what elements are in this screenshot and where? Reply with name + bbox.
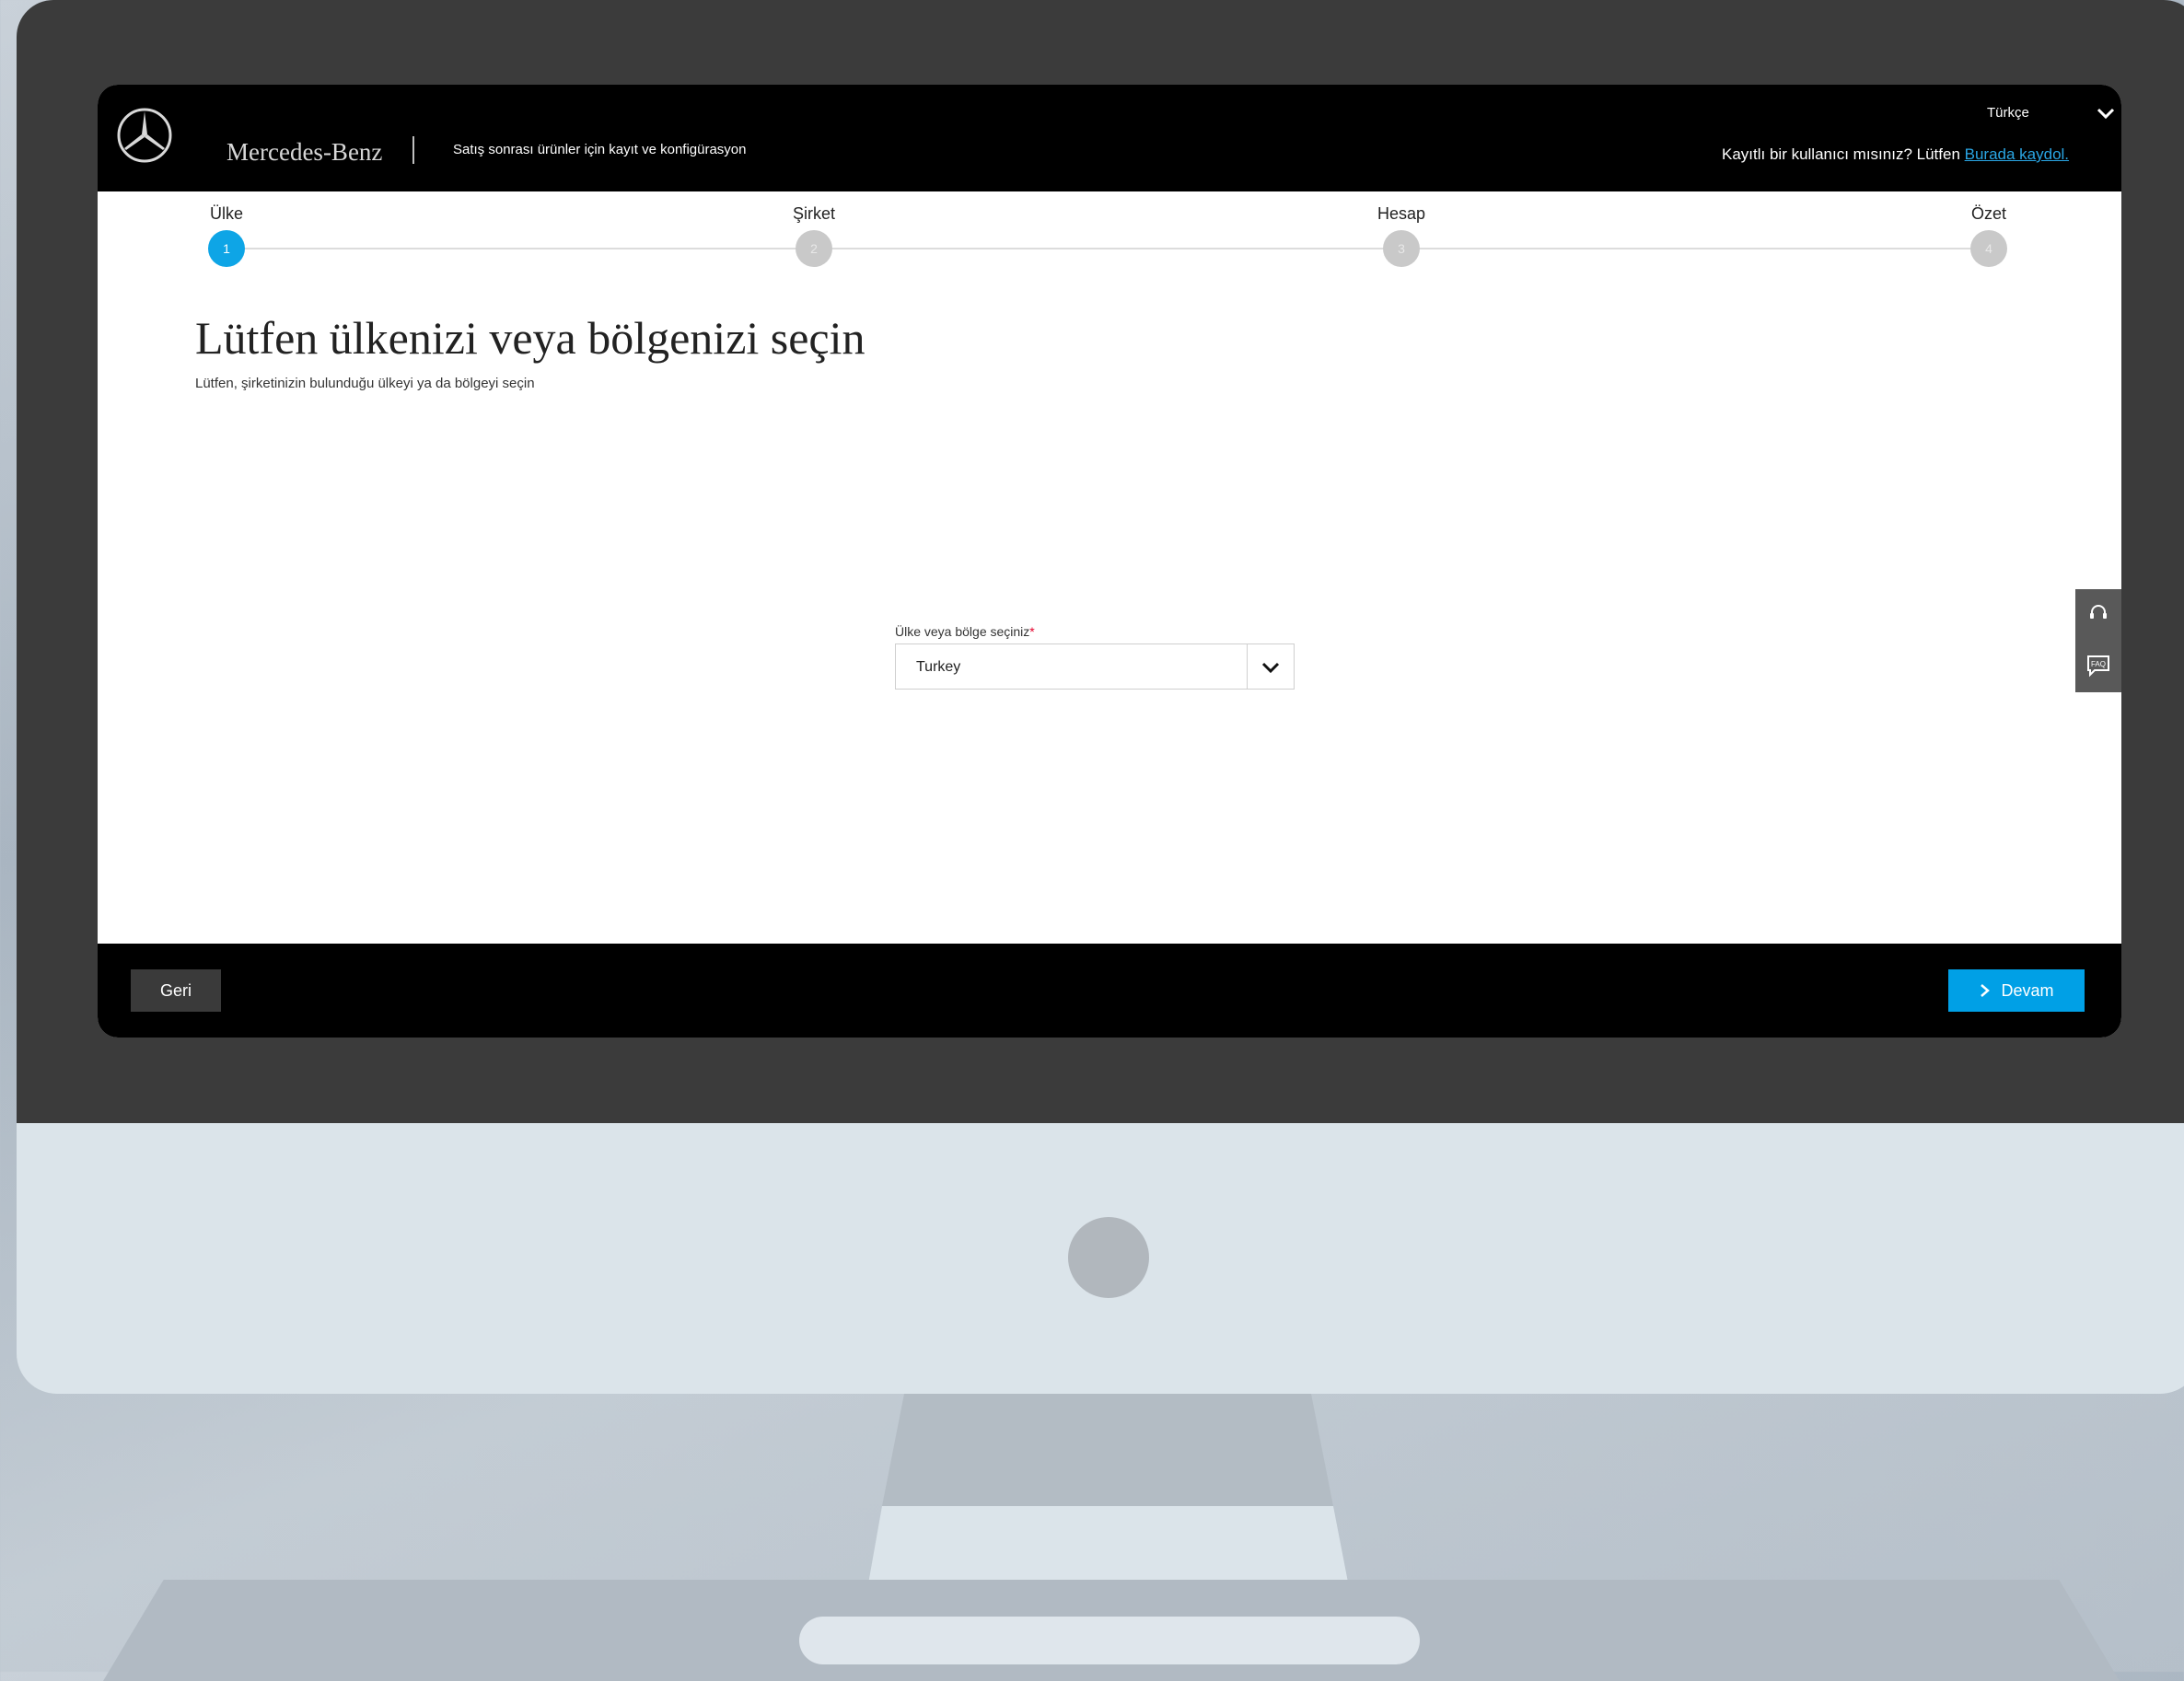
faq-icon[interactable]: FAQ: [2085, 654, 2111, 678]
next-button-label: Devam: [2001, 980, 2054, 1000]
step-dot-3: 3: [1383, 230, 1420, 267]
register-link[interactable]: Burada kaydol.: [1965, 145, 2069, 163]
page-title: Lütfen ülkenizi veya bölgenizi seçin: [195, 312, 865, 364]
step-dot-2: 2: [796, 230, 832, 267]
back-button[interactable]: Geri: [131, 969, 221, 1012]
footer-bar: Geri Devam: [98, 944, 2121, 1038]
faq-icon-text: FAQ: [2091, 660, 2106, 668]
login-prompt: Kayıtlı bir kullanıcı mısınız? Lütfen Bu…: [1722, 145, 2069, 164]
select-divider: [1247, 644, 1248, 689]
required-mark: *: [1029, 624, 1035, 639]
app-screen: Mercedes-Benz Satış sonrası ürünler için…: [98, 85, 2121, 1038]
help-side-tab: FAQ: [2075, 589, 2121, 692]
monitor-stand-foot: [799, 1617, 1420, 1664]
mercedes-star-logo-icon[interactable]: [116, 107, 173, 164]
chevron-right-icon: [1981, 984, 1991, 997]
page-subtitle: Lütfen, şirketinizin bulunduğu ülkeyi ya…: [195, 376, 535, 391]
step-label-summary: Özet: [1970, 204, 2007, 223]
header-subtitle: Satış sonrası ürünler için kayıt ve konf…: [453, 142, 747, 157]
country-field-label-text: Ülke veya bölge seçiniz: [895, 624, 1030, 639]
next-button[interactable]: Devam: [1948, 969, 2085, 1012]
country-select-value[interactable]: Turkey: [916, 659, 960, 676]
step-dot-1: 1: [208, 230, 245, 267]
country-select[interactable]: Turkey: [895, 643, 1295, 690]
country-field-label: Ülke veya bölge seçiniz*: [895, 624, 1035, 639]
chevron-down-icon[interactable]: [1259, 655, 1283, 679]
step-label-company: Şirket: [792, 204, 836, 223]
chevron-down-icon[interactable]: [2094, 101, 2118, 125]
language-selector[interactable]: Türkçe: [1987, 105, 2029, 121]
stepper-line: [227, 248, 1992, 249]
step-label-account: Hesap: [1377, 204, 1426, 223]
top-bar: Mercedes-Benz Satış sonrası ürünler için…: [98, 85, 2121, 191]
brand-separator: [412, 136, 414, 164]
brand-name: Mercedes-Benz: [227, 138, 383, 166]
login-prompt-text: Kayıtlı bir kullanıcı mısınız? Lütfen: [1722, 145, 1965, 163]
step-dot-4: 4: [1970, 230, 2007, 267]
headset-icon[interactable]: [2087, 602, 2109, 624]
step-label-country: Ülke: [209, 204, 244, 223]
